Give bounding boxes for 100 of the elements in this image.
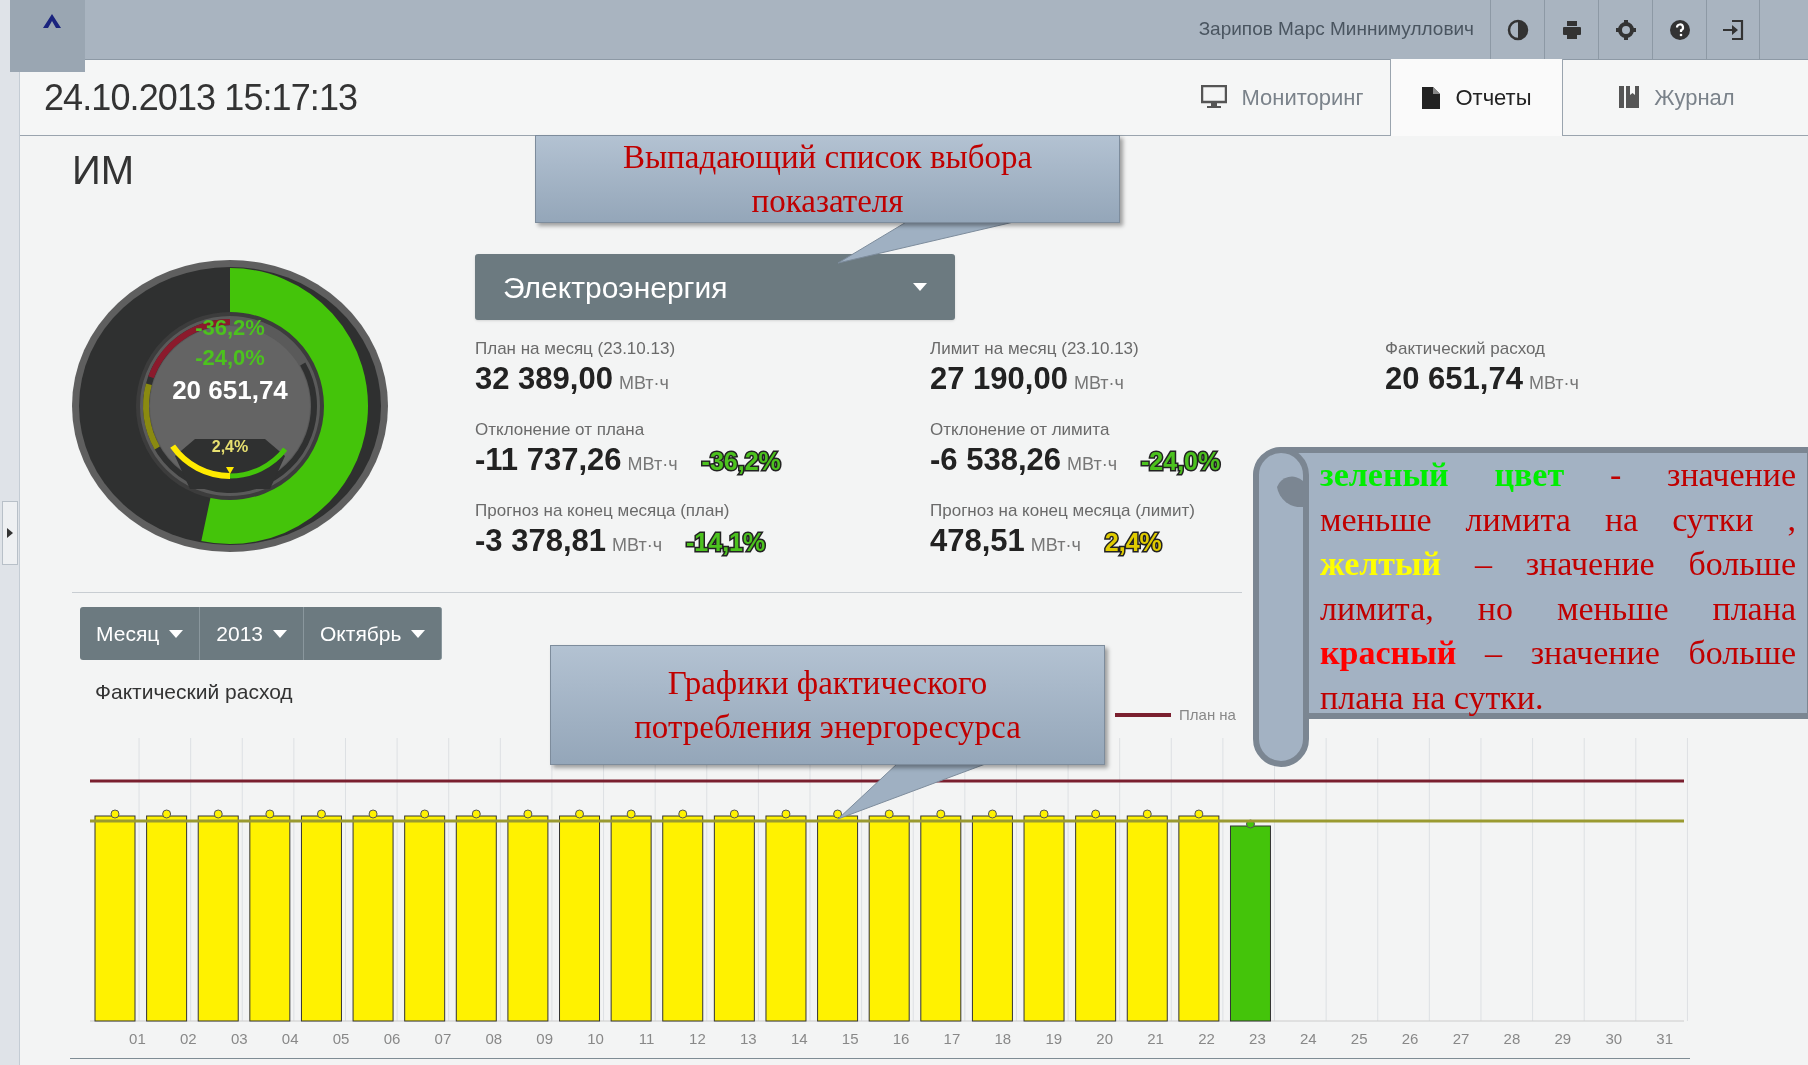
axis-label: 12 <box>689 1028 706 1049</box>
document-icon <box>1421 85 1442 110</box>
point-marker <box>729 809 739 818</box>
logout-button[interactable] <box>1706 0 1760 59</box>
deviation-value: -24,0% <box>195 347 265 369</box>
caret-icon <box>411 629 426 638</box>
unit-label: МВт·ч <box>612 534 663 557</box>
point-marker <box>1091 809 1101 818</box>
point-marker <box>678 809 688 818</box>
axis-label: 04 <box>281 1028 299 1049</box>
axis-label: 23 <box>1249 1028 1266 1049</box>
axis-label: 06 <box>383 1028 401 1049</box>
axis-label: 11 <box>638 1028 655 1049</box>
axis-label: 05 <box>332 1028 350 1049</box>
datetime: 24.10.2013 15:17:13 <box>44 75 358 120</box>
stat-value: -3 378,81 <box>475 522 606 560</box>
point-marker <box>936 809 946 818</box>
axis-label: 19 <box>1045 1028 1063 1049</box>
tab[interactable]: Отчеты <box>1390 59 1563 136</box>
unit-label: МВт·ч <box>1067 453 1118 476</box>
stat-label: Отклонение от лимита <box>930 419 1111 441</box>
stat-label: Фактический расход <box>1385 338 1546 360</box>
legend-text: зеленый цвет - значение меньше лимита на сутки , желтый – значение больше лимита, но меньше плана красный – значение больше плана на сутки. <box>1320 455 1796 718</box>
stat-value: 27 190,00 <box>930 360 1068 398</box>
axis-label: 03 <box>230 1028 248 1049</box>
period-dropdown[interactable]: Октябрь <box>304 607 443 660</box>
logout-icon <box>1722 18 1744 41</box>
point-marker <box>265 809 275 818</box>
point-marker <box>1246 819 1255 828</box>
axis-label: 07 <box>434 1028 452 1049</box>
change-percent: -24,0% <box>1141 446 1221 477</box>
stat-label: План на месяц (23.10.13) <box>475 338 677 360</box>
axis-label: 10 <box>587 1028 604 1049</box>
sidebar-toggle[interactable] <box>1 500 18 565</box>
caret-icon <box>169 629 184 638</box>
unit-label: МВт·ч <box>1528 372 1579 395</box>
caret-icon <box>6 527 13 538</box>
legend-label: План на <box>1179 704 1236 725</box>
period-dropdown[interactable]: 2013 <box>200 607 305 660</box>
caret-icon <box>913 283 927 291</box>
change-percent: -14,1% <box>686 527 766 558</box>
axis-label: 01 <box>129 1028 146 1049</box>
point-marker <box>1039 809 1049 818</box>
stat-label: Лимит на месяц (23.10.13) <box>930 338 1140 360</box>
axis-label: 09 <box>536 1028 554 1049</box>
axis-label: 25 <box>1350 1028 1368 1049</box>
axis-label: 13 <box>740 1028 757 1049</box>
unit-label: МВт·ч <box>1030 534 1081 557</box>
stat-label: Отклонение от плана <box>475 419 646 441</box>
point-marker <box>471 809 481 818</box>
change-percent: 2,4% <box>1104 527 1162 558</box>
chart-title: Фактический расход <box>95 679 293 705</box>
axis-label: 17 <box>943 1028 961 1049</box>
point-marker <box>781 809 791 818</box>
unit-label: МВт·ч <box>1073 372 1124 395</box>
point-marker <box>110 809 120 818</box>
callout-text: Выпадающий список выбора показателя <box>621 138 1034 221</box>
axis-label: 31 <box>1656 1028 1673 1049</box>
help-icon <box>1668 18 1691 41</box>
settings-icon <box>1614 18 1637 41</box>
deviation-value: -36,2% <box>195 317 265 339</box>
axis-label: 22 <box>1198 1028 1215 1049</box>
contrast-icon <box>1506 18 1529 41</box>
axis-label: 08 <box>485 1028 503 1049</box>
point-marker <box>833 809 843 818</box>
axis-label: 20 <box>1096 1028 1113 1049</box>
stat-value: 478,51 <box>930 522 1025 560</box>
point-marker <box>213 809 223 818</box>
indicator-dropdown[interactable]: Электроэнергия <box>475 254 955 320</box>
point-marker <box>1142 809 1152 818</box>
unit-label: МВт·ч <box>627 453 678 476</box>
point-marker <box>316 809 326 818</box>
stat-value: 20 651,74 <box>1385 360 1523 398</box>
point-marker <box>162 809 172 818</box>
unit-label: МВт·ч <box>618 372 669 395</box>
axis-label: 28 <box>1503 1028 1521 1049</box>
printer-icon <box>1560 18 1583 41</box>
stat-label: Прогноз на конец месяца (лимит) <box>930 500 1196 522</box>
axis-label: 24 <box>1299 1028 1317 1049</box>
period-dropdown[interactable]: Месяц <box>80 607 201 660</box>
stat-label: Прогноз на конец месяца (план) <box>475 500 731 522</box>
axis-label: 02 <box>180 1028 197 1049</box>
stat-value: -11 737,26 <box>475 441 622 479</box>
axis-label: 14 <box>790 1028 808 1049</box>
tab[interactable]: Журнал <box>1563 59 1790 135</box>
stat-value: -6 538,26 <box>930 441 1061 479</box>
callout-text: Графики фактического потребления энергоресурса <box>633 664 1022 747</box>
tab[interactable]: Мониторинг <box>1175 59 1390 135</box>
axis-label: 21 <box>1147 1028 1164 1049</box>
point-marker <box>575 809 584 818</box>
forecast-value: 2,4% <box>211 439 249 455</box>
stat-value: 32 389,00 <box>475 360 613 398</box>
axis-label: 27 <box>1452 1028 1470 1049</box>
axis-label: 26 <box>1401 1028 1419 1049</box>
point-marker <box>884 809 894 818</box>
axis-label: 30 <box>1605 1028 1623 1049</box>
point-marker <box>523 809 533 818</box>
point-marker <box>1194 809 1204 818</box>
point-marker <box>368 809 378 818</box>
monitor-icon <box>1201 85 1228 109</box>
